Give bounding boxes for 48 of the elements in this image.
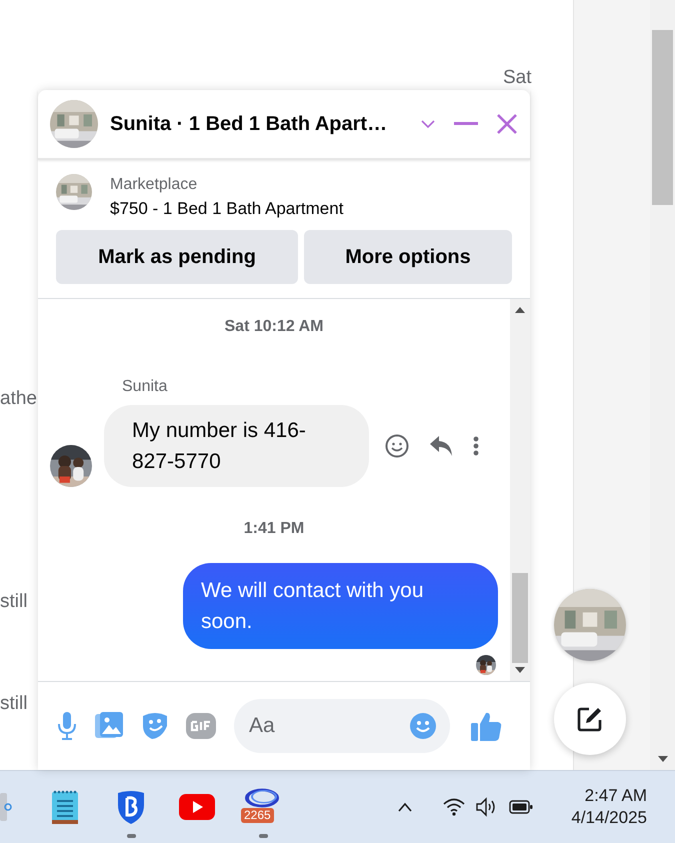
sticker-icon[interactable] [140,711,170,741]
scroll-down-icon[interactable] [658,756,668,762]
action-button[interactable]: More options [304,230,512,284]
background-text: athe [0,387,37,411]
message-field[interactable]: Aa [234,699,450,753]
sender-name: Sunita [122,377,168,397]
more-icon[interactable] [473,436,479,456]
running-indicator [126,834,136,838]
scroll-up-icon[interactable] [515,307,525,313]
listing-title[interactable]: $750 - 1 Bed 1 Bath Apartment [110,196,344,222]
notification-badge: 2265 [241,808,274,823]
wifi-icon[interactable] [443,798,466,816]
sent-message: We will contact with you soon. [183,563,498,649]
chat-scrollbar[interactable] [510,299,530,681]
background-text: Sat [503,66,532,90]
clock[interactable]: 2:47 AM 4/14/2025 [571,785,647,829]
gif-icon[interactable] [186,713,216,739]
background-text: still [0,590,28,614]
smiley-icon[interactable] [385,434,409,458]
running-indicator [258,834,268,838]
scrollbar-thumb[interactable] [512,573,528,663]
emoji-icon[interactable] [410,713,436,739]
reply-icon[interactable] [429,435,453,457]
notepad-icon[interactable] [51,789,79,825]
close-icon[interactable] [496,113,518,135]
chevron-down-icon[interactable] [420,119,436,129]
thumbs-up-icon[interactable] [470,710,502,742]
video-icon[interactable] [179,794,215,820]
clock-date: 4/14/2025 [571,807,647,829]
message-timestamp: Sat 10:12 AM [224,317,324,337]
action-button[interactable]: Mark as pending [56,230,298,284]
battery-icon[interactable] [509,800,534,814]
microphone-icon[interactable] [56,711,78,741]
background-text: still [0,692,28,716]
message-timestamp: 1:41 PM [244,519,304,539]
compose-icon [577,706,603,732]
scrollbar-thumb[interactable] [652,30,673,205]
chat-title[interactable]: Sunita · 1 Bed 1 Bath Apart… [110,109,388,139]
image-icon[interactable] [94,711,124,741]
scroll-down-icon[interactable] [515,667,525,673]
shield-icon[interactable] [115,789,147,825]
minimize-icon[interactable] [454,122,478,126]
ring-icon[interactable] [244,788,280,808]
listing-source: Marketplace [110,175,198,195]
received-message: My number is 416-827-5770 [104,405,369,487]
page-scrollbar[interactable] [650,0,675,770]
clock-time: 2:47 AM [584,785,647,807]
chevron-up-icon[interactable] [397,802,414,812]
